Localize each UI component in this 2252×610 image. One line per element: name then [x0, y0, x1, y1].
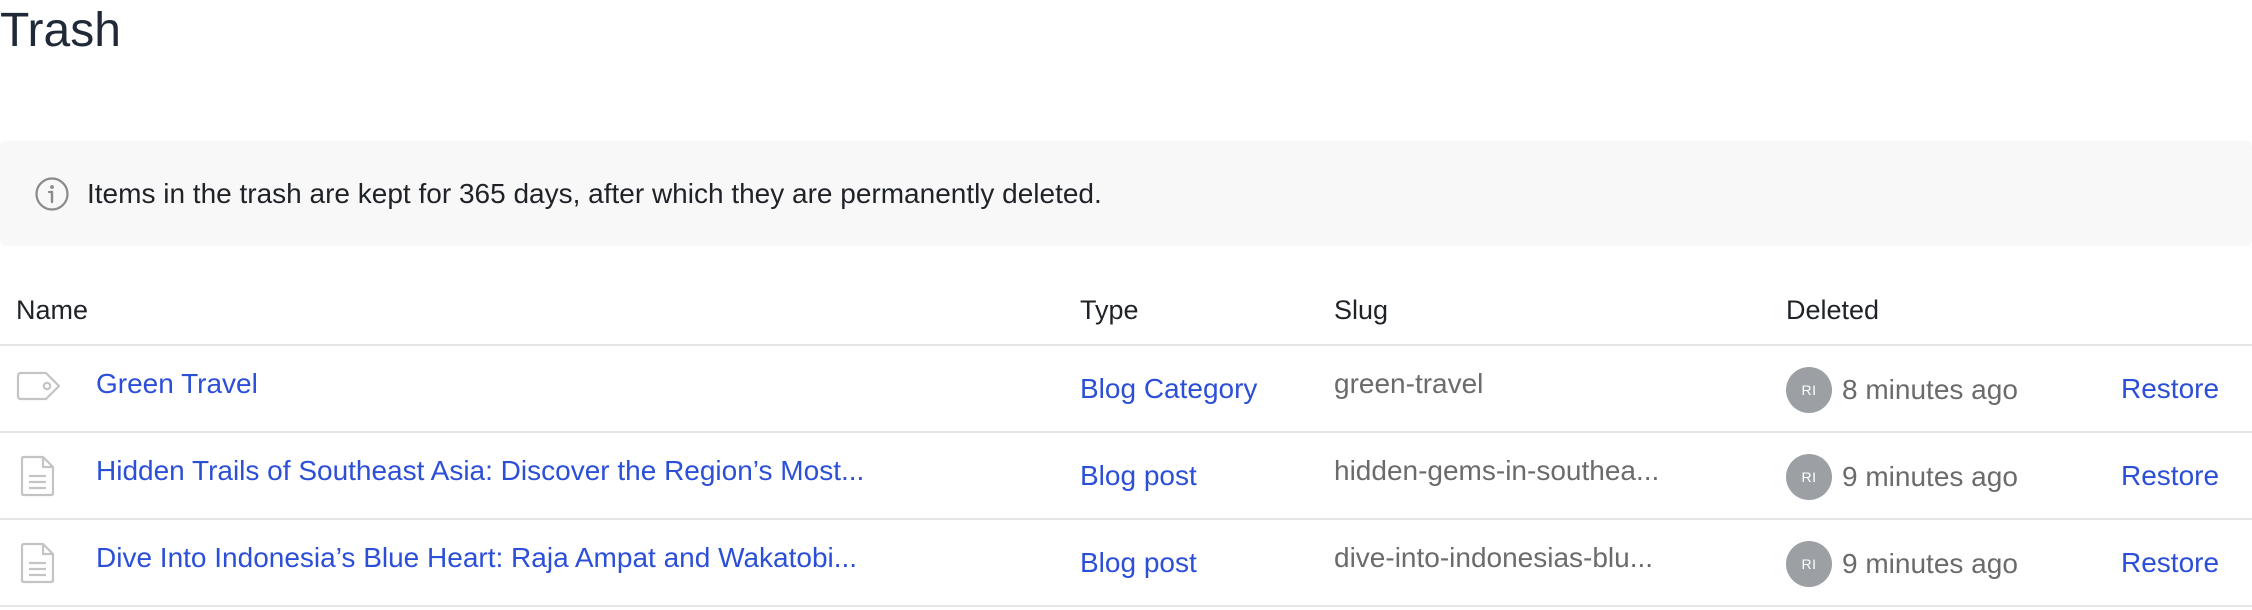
document-icon	[20, 455, 56, 497]
column-header-type[interactable]: Type	[1080, 295, 1139, 326]
restore-button[interactable]: Restore	[2121, 460, 2219, 492]
table-row: Dive Into Indonesia’s Blue Heart: Raja A…	[0, 520, 2252, 607]
item-type-link[interactable]: Blog post	[1080, 460, 1197, 492]
column-header-name[interactable]: Name	[16, 295, 88, 326]
item-slug: green-travel	[1334, 368, 1484, 399]
item-name-link[interactable]: Green Travel	[96, 368, 258, 400]
table-row: Green Travel Blog Category green-travel …	[0, 346, 2252, 433]
deleted-info: RI 9 minutes ago	[1786, 454, 2018, 500]
deleted-info: RI 8 minutes ago	[1786, 367, 2018, 413]
table-header: Name Type Slug Deleted	[0, 280, 2252, 346]
info-icon	[34, 176, 70, 212]
document-icon	[20, 542, 56, 584]
item-slug: dive-into-indonesias-blu...	[1334, 542, 1654, 573]
column-header-deleted[interactable]: Deleted	[1786, 295, 1879, 326]
avatar: RI	[1786, 367, 1832, 413]
deleted-time: 9 minutes ago	[1842, 548, 2018, 579]
trash-page: Trash Items in the trash are kept for 36…	[0, 0, 2252, 610]
restore-button[interactable]: Restore	[2121, 547, 2219, 579]
restore-button[interactable]: Restore	[2121, 373, 2219, 405]
deleted-time: 9 minutes ago	[1842, 461, 2018, 492]
item-slug: hidden-gems-in-southea...	[1334, 455, 1660, 486]
notice-text: Items in the trash are kept for 365 days…	[87, 177, 1102, 209]
column-header-slug[interactable]: Slug	[1334, 295, 1388, 326]
table-row: Hidden Trails of Southeast Asia: Discove…	[0, 433, 2252, 520]
tag-icon	[16, 371, 62, 401]
page-title: Trash	[0, 4, 121, 57]
item-type-link[interactable]: Blog Category	[1080, 373, 1257, 405]
item-type-link[interactable]: Blog post	[1080, 547, 1197, 579]
deleted-info: RI 9 minutes ago	[1786, 541, 2018, 587]
deleted-time: 8 minutes ago	[1842, 374, 2018, 405]
item-name-link[interactable]: Hidden Trails of Southeast Asia: Discove…	[96, 455, 864, 487]
retention-notice: Items in the trash are kept for 365 days…	[0, 141, 2252, 246]
trash-table: Name Type Slug Deleted Green Travel Blog…	[0, 280, 2252, 607]
avatar: RI	[1786, 541, 1832, 587]
avatar: RI	[1786, 454, 1832, 500]
item-name-link[interactable]: Dive Into Indonesia’s Blue Heart: Raja A…	[96, 542, 857, 574]
